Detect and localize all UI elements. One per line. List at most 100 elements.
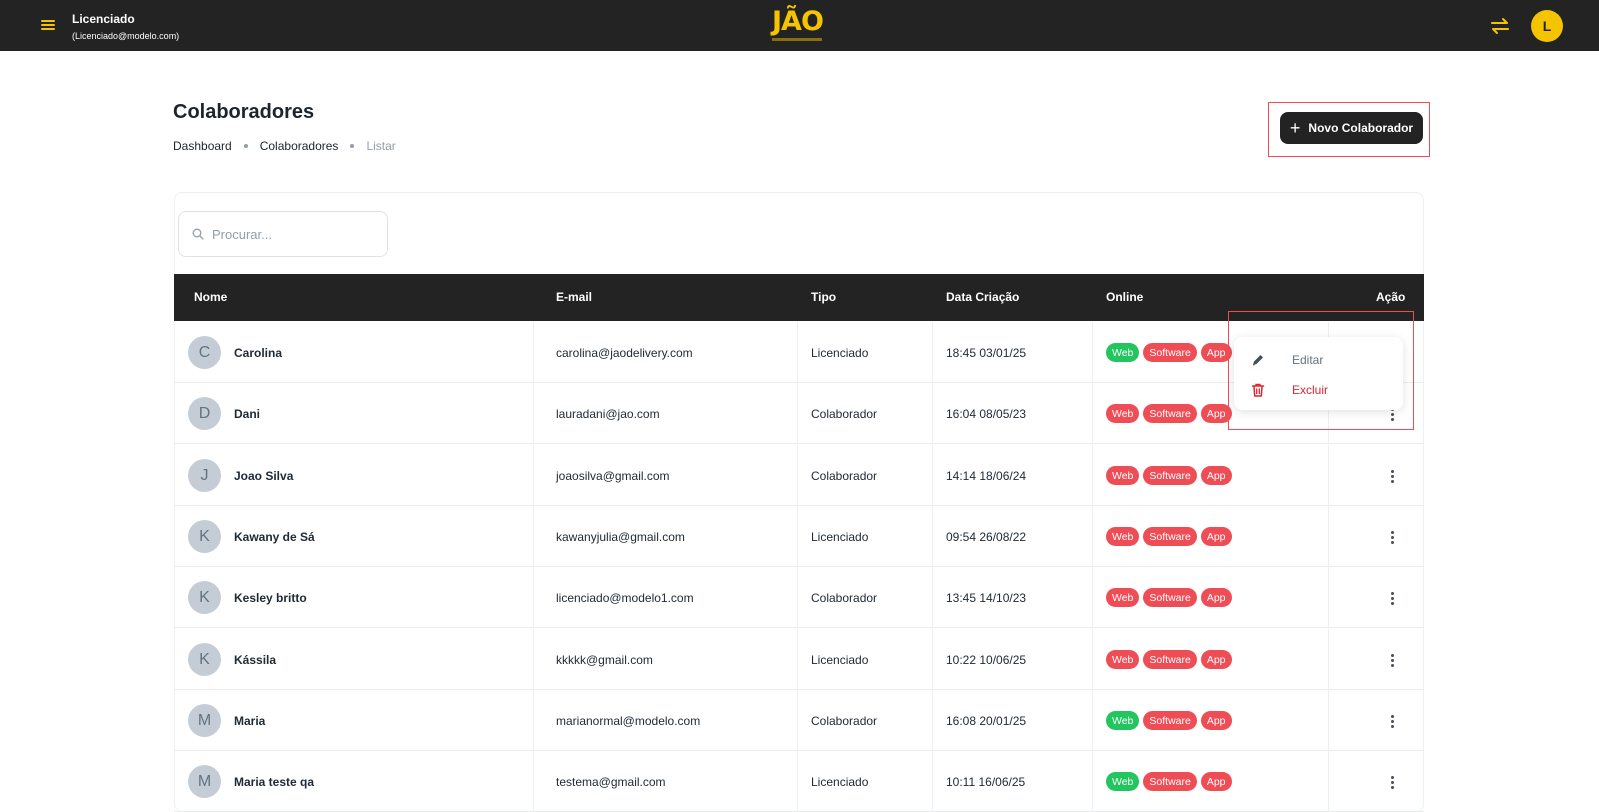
online-badges: Web Software App bbox=[1106, 343, 1232, 362]
column-divider bbox=[533, 322, 534, 383]
column-divider bbox=[1092, 567, 1093, 628]
column-divider bbox=[932, 567, 933, 628]
avatar: D bbox=[188, 397, 221, 430]
status-badge-web: Web bbox=[1106, 711, 1140, 730]
row-email: lauradani@jao.com bbox=[556, 407, 660, 421]
row-date: 16:08 20/01/25 bbox=[946, 714, 1027, 728]
more-actions-icon[interactable] bbox=[1380, 465, 1404, 487]
more-actions-icon[interactable] bbox=[1380, 587, 1404, 609]
row-tipo: Licenciado bbox=[811, 530, 869, 544]
row-name: Maria teste qa bbox=[234, 775, 315, 789]
column-divider bbox=[533, 506, 534, 567]
column-divider bbox=[932, 690, 933, 751]
search-input[interactable] bbox=[212, 226, 372, 242]
user-email: (Licenciado@modelo.com) bbox=[72, 31, 180, 41]
status-badge-software: Software bbox=[1143, 588, 1197, 607]
online-badges: Web Software App bbox=[1106, 527, 1232, 546]
header-tipo[interactable]: Tipo bbox=[811, 290, 836, 304]
row-name: Maria bbox=[234, 714, 266, 728]
row-name: Kawany de Sá bbox=[234, 530, 315, 544]
status-badge-software: Software bbox=[1143, 343, 1197, 362]
delete-label: Excluir bbox=[1292, 383, 1329, 397]
status-badge-app: App bbox=[1200, 711, 1232, 730]
brand-logo[interactable]: JÃO bbox=[772, 6, 824, 46]
column-divider bbox=[797, 383, 798, 444]
column-divider bbox=[797, 690, 798, 751]
switch-account-icon[interactable] bbox=[1489, 16, 1511, 36]
more-actions-icon[interactable] bbox=[1380, 526, 1404, 548]
status-badge-app: App bbox=[1200, 343, 1232, 362]
table-row[interactable]: M Maria marianormal@modelo.com Colaborador 1… bbox=[174, 690, 1424, 751]
table-row[interactable]: M Maria teste qa testema@gmail.com Licencia… bbox=[174, 751, 1424, 812]
column-divider bbox=[533, 629, 534, 690]
status-badge-software: Software bbox=[1143, 772, 1197, 791]
online-badges: Web Software App bbox=[1106, 466, 1232, 485]
row-tipo: Colaborador bbox=[811, 407, 878, 421]
header-nome[interactable]: Nome bbox=[194, 290, 227, 304]
avatar: K bbox=[188, 581, 221, 614]
online-badges: Web Software App bbox=[1106, 404, 1232, 423]
header-data-criacao[interactable]: Data Criação bbox=[946, 290, 1019, 304]
row-email: joaosilva@gmail.com bbox=[556, 469, 670, 483]
status-badge-software: Software bbox=[1143, 404, 1197, 423]
row-name: Carolina bbox=[234, 346, 283, 360]
column-divider bbox=[1092, 629, 1093, 690]
online-badges: Web Software App bbox=[1106, 772, 1232, 791]
user-avatar[interactable]: L bbox=[1531, 10, 1563, 42]
status-badge-web: Web bbox=[1106, 527, 1140, 546]
status-badge-software: Software bbox=[1143, 527, 1197, 546]
search-box[interactable] bbox=[178, 211, 388, 257]
row-name: Dani bbox=[234, 407, 261, 421]
status-badge-software: Software bbox=[1143, 711, 1197, 730]
avatar: M bbox=[188, 704, 221, 737]
status-badge-web: Web bbox=[1106, 650, 1140, 669]
column-divider bbox=[932, 383, 933, 444]
breadcrumb: Dashboard Colaboradores Listar bbox=[173, 139, 396, 153]
column-divider bbox=[797, 322, 798, 383]
column-divider bbox=[1092, 322, 1093, 383]
row-date: 13:45 14/10/23 bbox=[946, 591, 1027, 605]
row-tipo: Colaborador bbox=[811, 469, 878, 483]
column-divider bbox=[1328, 629, 1329, 690]
column-divider bbox=[533, 383, 534, 444]
header-online[interactable]: Online bbox=[1106, 290, 1143, 304]
column-divider bbox=[1328, 751, 1329, 812]
column-divider bbox=[797, 629, 798, 690]
avatar: C bbox=[188, 336, 221, 369]
status-badge-software: Software bbox=[1143, 650, 1197, 669]
row-name: Kássila bbox=[234, 653, 277, 667]
column-divider bbox=[1328, 445, 1329, 506]
status-badge-app: App bbox=[1200, 772, 1232, 791]
menu-icon[interactable] bbox=[39, 17, 57, 33]
status-badge-app: App bbox=[1200, 404, 1232, 423]
more-actions-icon[interactable] bbox=[1380, 771, 1404, 793]
more-actions-icon[interactable] bbox=[1380, 649, 1404, 671]
breadcrumb-separator bbox=[350, 144, 355, 148]
new-colaborador-button[interactable]: + Novo Colaborador bbox=[1280, 112, 1423, 144]
column-divider bbox=[932, 322, 933, 383]
breadcrumb-colaboradores[interactable]: Colaboradores bbox=[260, 139, 339, 153]
online-badges: Web Software App bbox=[1106, 588, 1232, 607]
row-email: marianormal@modelo.com bbox=[556, 714, 701, 728]
user-name: Licenciado bbox=[72, 12, 135, 26]
row-tipo: Colaborador bbox=[811, 591, 878, 605]
status-badge-web: Web bbox=[1106, 404, 1140, 423]
column-divider bbox=[932, 751, 933, 812]
column-divider bbox=[932, 445, 933, 506]
trash-icon bbox=[1251, 383, 1265, 397]
table-row[interactable]: K Kássila kkkkk@gmail.com Licenciado 10:22 1… bbox=[174, 629, 1424, 690]
column-divider bbox=[533, 751, 534, 812]
breadcrumb-dashboard[interactable]: Dashboard bbox=[173, 139, 232, 153]
edit-menu-item[interactable]: Editar bbox=[1234, 345, 1403, 375]
header-email[interactable]: E-mail bbox=[556, 290, 592, 304]
avatar: K bbox=[188, 643, 221, 676]
table-row[interactable]: K Kawany de Sá kawanyjulia@gmail.com Licenc… bbox=[174, 506, 1424, 567]
column-divider bbox=[797, 751, 798, 812]
table-row[interactable]: J Joao Silva joaosilva@gmail.com Colaborado… bbox=[174, 445, 1424, 506]
more-actions-icon[interactable] bbox=[1380, 710, 1404, 732]
table-row[interactable]: K Kesley britto licenciado@modelo1.com Cola… bbox=[174, 567, 1424, 628]
delete-menu-item[interactable]: Excluir bbox=[1234, 375, 1403, 405]
status-badge-software: Software bbox=[1143, 466, 1197, 485]
action-menu: Editar Excluir bbox=[1234, 337, 1403, 410]
row-date: 10:22 10/06/25 bbox=[946, 653, 1027, 667]
